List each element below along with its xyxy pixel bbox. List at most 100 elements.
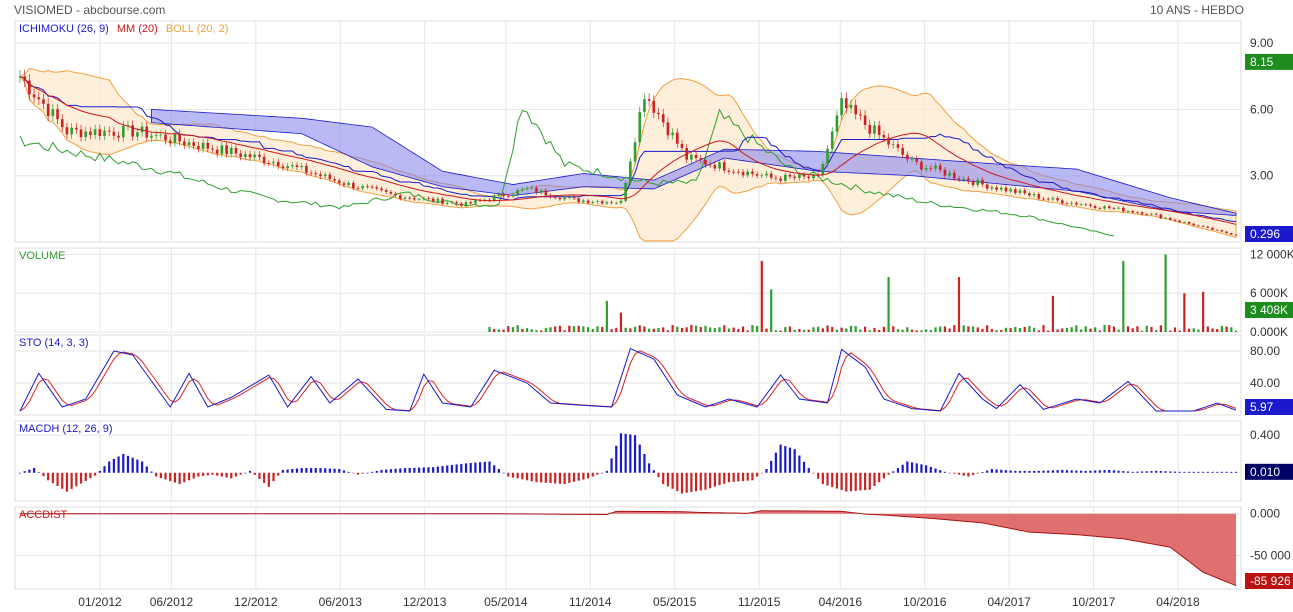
macd-histogram-bar <box>1014 470 1017 473</box>
candle-body <box>629 161 632 183</box>
candle-body <box>530 187 534 189</box>
macd-histogram-bar <box>497 469 500 473</box>
macd-histogram-bar <box>934 468 937 473</box>
volume-bar <box>1187 328 1191 332</box>
candle-body <box>1084 204 1088 206</box>
volume-bar <box>1051 295 1054 332</box>
candle-body <box>1164 217 1167 219</box>
candle-body <box>1183 222 1186 223</box>
candle-body <box>305 165 308 173</box>
candle-body <box>422 198 426 200</box>
candle-body <box>436 198 440 202</box>
volume-bar <box>929 330 932 332</box>
volume-bar <box>1164 254 1167 332</box>
candle-body <box>1046 198 1050 200</box>
macd-histogram-bar <box>1220 471 1224 473</box>
macd-histogram-bar <box>1183 471 1186 473</box>
macd-histogram-bar <box>779 444 782 473</box>
macd-histogram-bar <box>732 472 735 482</box>
macd-histogram-bar <box>361 472 364 474</box>
macd-histogram-bar <box>849 472 853 492</box>
macd-histogram-bar <box>939 470 942 473</box>
candle-body <box>267 162 271 164</box>
volume-bar <box>699 327 702 332</box>
candle-body <box>971 181 975 186</box>
macd-histogram-bar <box>713 472 716 487</box>
macd-histogram-bar <box>187 472 191 481</box>
candle-body <box>807 176 811 179</box>
macd-histogram-bar <box>140 461 144 473</box>
macd-histogram-bar <box>371 471 374 473</box>
macd-histogram-bar <box>892 471 895 473</box>
candle-body <box>539 190 543 193</box>
macd-histogram-bar <box>464 463 468 473</box>
macd-histogram-bar <box>586 472 590 479</box>
candle-body <box>1023 190 1027 194</box>
volume-bar <box>892 326 895 332</box>
candle-body <box>131 125 134 137</box>
volume-bar <box>1061 328 1064 332</box>
candle-body <box>89 131 92 136</box>
macd-histogram-bar <box>483 461 486 473</box>
panel-accdist: 0.000 -50 000 ACCDIST -85 926 <box>14 506 1293 590</box>
candle-body <box>1225 231 1228 234</box>
candle-body <box>464 202 468 206</box>
macd-histogram-bar <box>136 459 139 473</box>
legend-entry: MACDH (12, 26, 9) <box>19 423 113 435</box>
macd-histogram-bar <box>549 472 552 484</box>
candle-body <box>1028 193 1031 196</box>
candle-body <box>1112 208 1116 209</box>
macd-histogram-bar <box>624 433 627 473</box>
volume-bar <box>971 326 975 332</box>
candle-body <box>774 177 778 179</box>
volume-bar <box>535 330 538 332</box>
macd-histogram-bar <box>253 472 256 475</box>
macd-histogram-bar <box>967 472 970 477</box>
macd-histogram-bar <box>94 472 97 476</box>
macd-histogram-bar <box>652 470 655 473</box>
candle-body <box>295 165 299 168</box>
candle-body <box>1103 206 1106 209</box>
volume-bar <box>737 329 740 332</box>
candle-body <box>666 122 670 136</box>
macd-histogram-bar <box>723 472 726 484</box>
candle-body <box>276 161 280 167</box>
macd-histogram-bar <box>155 472 158 477</box>
macd-histogram-bar <box>79 472 83 484</box>
candle-body <box>967 178 970 182</box>
candle-body <box>309 172 313 174</box>
panel-frame <box>14 420 1242 502</box>
x-tick-label: 10/2016 <box>903 595 947 609</box>
candle-body <box>211 148 214 150</box>
macd-histogram-bar <box>89 472 92 479</box>
candle-body <box>854 105 858 115</box>
candle-body <box>1014 189 1017 193</box>
macd-histogram-bar <box>258 472 261 479</box>
volume-bar <box>817 326 820 332</box>
y-tick-label: 12 000K <box>1250 247 1293 261</box>
macd-histogram-bar <box>802 461 806 473</box>
candle-body <box>497 193 501 196</box>
macd-histogram-bar <box>953 472 956 474</box>
volume-bar <box>854 326 857 332</box>
candle-body <box>859 114 862 116</box>
candle-body <box>596 201 599 202</box>
macd-histogram-bar <box>117 456 120 473</box>
volume-bar <box>849 325 853 332</box>
volume-bar <box>1042 325 1045 332</box>
macd-histogram-bar <box>126 455 130 473</box>
volume-bar <box>746 330 749 332</box>
candle-body <box>229 147 233 154</box>
candle-body <box>37 97 41 100</box>
macd-histogram-bar <box>793 449 796 473</box>
candle-body <box>901 147 904 155</box>
macd-histogram-bar <box>305 468 308 473</box>
candle-body <box>460 203 463 206</box>
macd-histogram-bar <box>281 469 285 473</box>
candle-body <box>643 99 646 112</box>
macd-histogram-bar <box>375 470 378 473</box>
chart-period: 10 ANS - HEBDO <box>1150 3 1244 17</box>
candle-body <box>417 199 421 200</box>
volume-bar <box>986 325 989 332</box>
macd-histogram-bar <box>403 468 407 473</box>
